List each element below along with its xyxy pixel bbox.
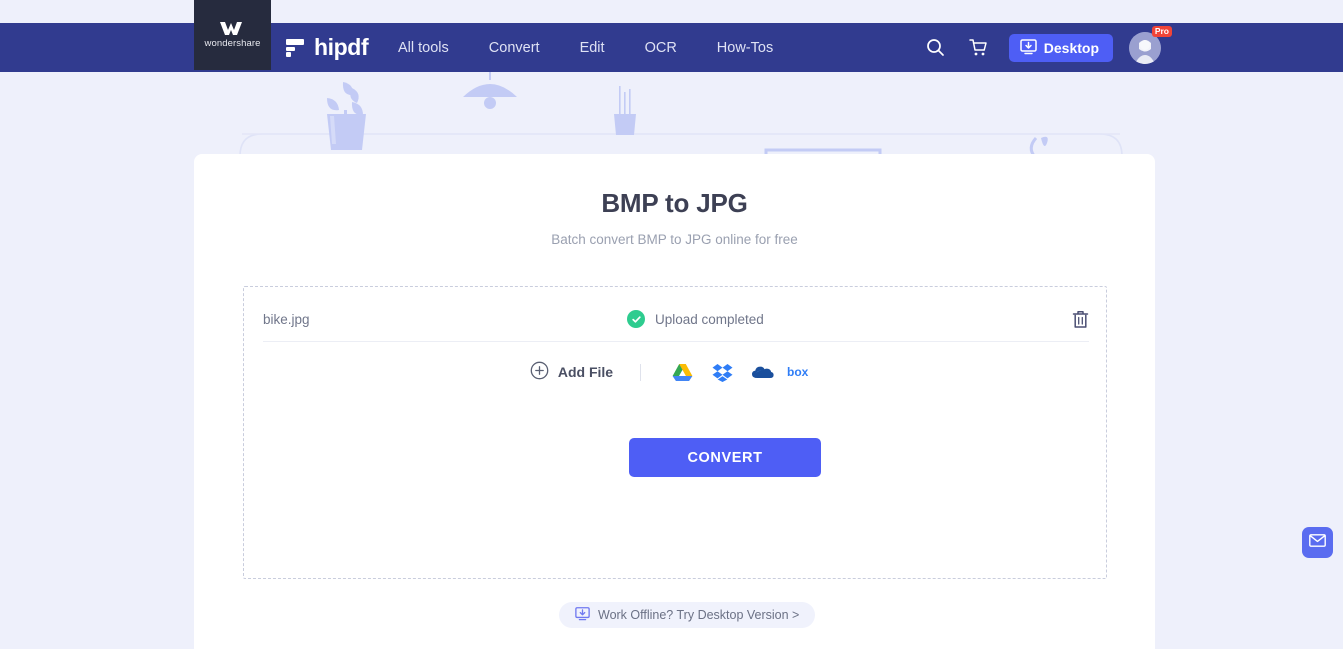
nav-item-ocr[interactable]: OCR <box>625 40 697 56</box>
nav-item-all-tools[interactable]: All tools <box>398 40 469 56</box>
hipdf-logo-text: hipdf <box>314 34 369 60</box>
onedrive-icon[interactable] <box>742 359 782 385</box>
divider <box>640 363 642 381</box>
file-status: Upload completed <box>627 310 764 328</box>
page-title: BMP to JPG <box>601 188 748 218</box>
nav-item-convert[interactable]: Convert <box>469 40 560 56</box>
work-offline-link[interactable]: Work Offline? Try Desktop Version > <box>559 602 816 628</box>
file-list-divider <box>263 341 1089 342</box>
page-subtitle: Batch convert BMP to JPG online for free <box>551 232 798 247</box>
check-circle-icon <box>627 310 645 328</box>
nav-item-how-tos[interactable]: How-Tos <box>697 40 793 56</box>
monitor-download-icon <box>1020 38 1037 58</box>
nav-item-edit[interactable]: Edit <box>560 40 625 56</box>
work-offline-label: Work Offline? Try Desktop Version > <box>598 608 800 622</box>
wondershare-label: wondershare <box>204 37 261 49</box>
box-icon[interactable]: box <box>782 359 822 385</box>
desktop-app-button[interactable]: Desktop <box>1008 33 1113 62</box>
monitor-download-icon <box>575 606 590 624</box>
envelope-icon <box>1309 533 1326 552</box>
contact-mail-button[interactable] <box>1302 527 1333 558</box>
wondershare-w-mark-icon <box>219 21 246 35</box>
convert-button[interactable]: CONVERT <box>629 438 821 477</box>
add-file-label: Add File <box>557 364 614 380</box>
primary-nav: All tools Convert Edit OCR How-Tos <box>398 40 793 56</box>
add-file-row: Add File box <box>244 359 1108 385</box>
file-name: bike.jpg <box>263 311 310 327</box>
hipdf-logo[interactable]: hipdf <box>285 34 369 61</box>
wondershare-logo-block[interactable]: wondershare <box>194 0 271 70</box>
search-icon[interactable] <box>915 28 957 68</box>
add-file-button[interactable]: Add File <box>530 361 613 383</box>
dropbox-icon[interactable] <box>702 359 742 385</box>
svg-text:box: box <box>787 365 809 379</box>
shopping-cart-icon[interactable] <box>957 28 999 68</box>
page-root: hipdf All tools Convert Edit OCR How-Tos <box>0 0 1343 649</box>
plus-circle-icon <box>530 361 549 383</box>
file-drop-area[interactable]: bike.jpg Upload completed Add File box C… <box>243 286 1107 579</box>
user-avatar[interactable]: Pro <box>1129 25 1172 64</box>
file-list-item: bike.jpg Upload completed <box>263 297 1089 341</box>
hipdf-logo-mark-icon <box>285 38 305 58</box>
desktop-app-label: Desktop <box>1043 39 1099 56</box>
pro-badge: Pro <box>1151 25 1172 37</box>
tool-card: BMP to JPG Batch convert BMP to JPG onli… <box>194 154 1155 649</box>
google-drive-icon[interactable] <box>662 359 702 385</box>
trash-icon[interactable] <box>1072 310 1089 329</box>
file-status-label: Upload completed <box>655 311 764 327</box>
header-actions: Desktop Pro <box>915 25 1172 68</box>
